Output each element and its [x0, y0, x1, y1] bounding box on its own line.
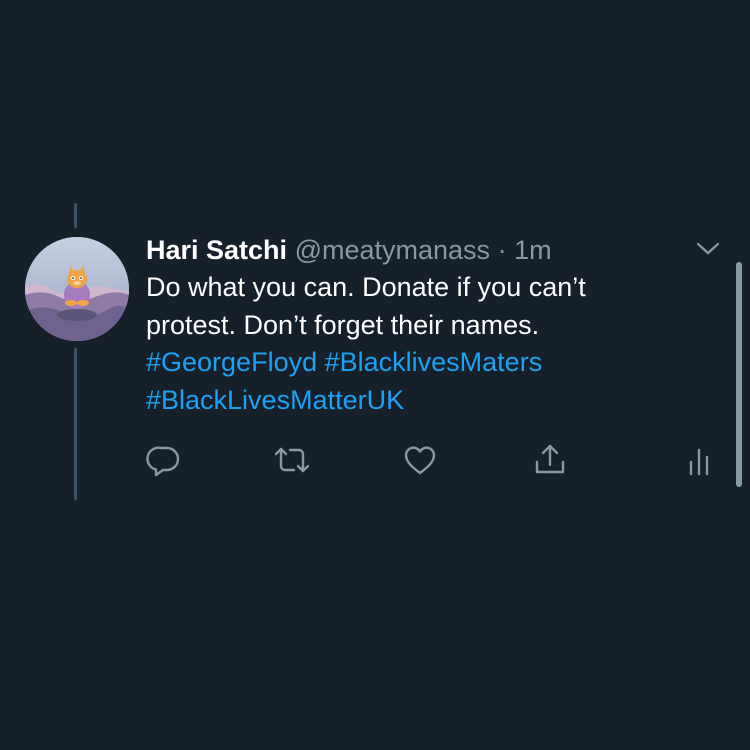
avatar[interactable] [25, 237, 129, 341]
avatar-image [25, 237, 129, 341]
thread-line-bottom [74, 348, 77, 500]
separator-dot: · [497, 235, 507, 265]
retweet-icon[interactable] [272, 442, 310, 478]
hashtags-line-2: #BlackLivesMatterUK [146, 382, 706, 420]
tweet[interactable]: Hari Satchi @meatymanass · 1m Do what yo… [146, 232, 706, 419]
chevron-down-icon[interactable] [693, 236, 723, 262]
hashtag-link[interactable]: #BlacklivesMaters [325, 347, 543, 377]
hashtag-link[interactable]: #GeorgeFloyd [146, 347, 317, 377]
timestamp[interactable]: 1m [514, 235, 552, 265]
tweet-text-line-2: protest. Don’t forget their names. [146, 309, 540, 340]
tweet-header: Hari Satchi @meatymanass · 1m [146, 232, 706, 268]
analytics-icon[interactable] [683, 442, 719, 478]
tweet-text: Do what you can. Donate if you can’t pro… [146, 269, 706, 419]
reply-icon[interactable] [146, 442, 182, 478]
author-handle[interactable]: @meatymanass [295, 235, 490, 265]
tweet-text-line-1: Do what you can. Donate if you can’t [146, 272, 586, 302]
hashtags-line-1: #GeorgeFloyd #BlacklivesMaters [146, 344, 706, 382]
scrollbar[interactable] [736, 262, 742, 487]
heart-icon[interactable] [402, 442, 438, 478]
author-name[interactable]: Hari Satchi [146, 235, 287, 265]
thread-line-top [74, 203, 77, 228]
hashtag-link[interactable]: #BlackLivesMatterUK [146, 385, 404, 415]
share-icon[interactable] [532, 442, 568, 478]
